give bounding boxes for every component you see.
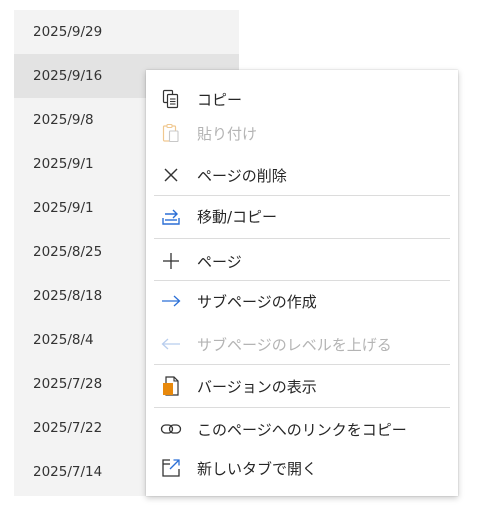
menu-item-show-versions[interactable]: バージョンの表示 (146, 368, 458, 404)
menu-item-paste[interactable]: 貼り付け (146, 115, 458, 151)
menu-label: 移動/コピー (197, 207, 278, 226)
arrow-left-icon (160, 333, 182, 355)
page-date: 2025/9/29 (33, 24, 103, 40)
copy-icon (160, 88, 182, 110)
menu-item-new-page[interactable]: ページ (146, 243, 458, 279)
versions-icon (160, 375, 182, 397)
paste-icon (160, 122, 182, 144)
menu-label: このページへのリンクをコピー (197, 420, 407, 439)
menu-item-open-new-tab[interactable]: 新しいタブで開く (146, 450, 458, 486)
menu-label: ページ (197, 252, 242, 271)
menu-label: 新しいタブで開く (197, 459, 318, 478)
page-date: 2025/9/1 (33, 156, 94, 172)
page-date: 2025/8/18 (33, 288, 103, 304)
menu-separator (154, 364, 450, 365)
menu-item-delete-page[interactable]: ページの削除 (146, 157, 458, 193)
menu-label: バージョンの表示 (197, 377, 317, 396)
menu-separator (154, 280, 450, 281)
menu-item-make-subpage[interactable]: サブページの作成 (146, 283, 458, 319)
menu-label: コピー (197, 90, 243, 109)
menu-label: サブページのレベルを上げる (197, 335, 392, 354)
open-new-tab-icon (160, 457, 182, 479)
page-date: 2025/7/14 (33, 464, 103, 480)
page-date: 2025/8/25 (33, 244, 103, 260)
link-icon (160, 418, 182, 440)
menu-separator (154, 195, 450, 196)
move-copy-icon (160, 205, 182, 227)
menu-item-copy-link[interactable]: このページへのリンクをコピー (146, 411, 458, 447)
page-date: 2025/9/8 (33, 112, 94, 128)
context-menu: コピー 貼り付け ページの削除 移動/コピー ページ サブページの作成 サブペー… (146, 70, 458, 496)
page-list-item[interactable]: 2025/9/29 (14, 10, 239, 54)
delete-icon (160, 164, 182, 186)
menu-item-promote-subpage[interactable]: サブページのレベルを上げる (146, 326, 458, 362)
menu-label: 貼り付け (197, 124, 258, 143)
page-date: 2025/7/22 (33, 420, 103, 436)
page-date: 2025/7/28 (33, 376, 103, 392)
menu-separator (154, 407, 450, 408)
menu-label: ページの削除 (197, 166, 287, 185)
menu-item-move-copy[interactable]: 移動/コピー (146, 198, 458, 234)
menu-label: サブページの作成 (197, 292, 317, 311)
page-date: 2025/8/4 (33, 332, 94, 348)
menu-item-copy[interactable]: コピー (146, 81, 458, 117)
menu-separator (154, 238, 450, 239)
arrow-right-icon (160, 290, 182, 312)
plus-icon (160, 250, 182, 272)
page-date: 2025/9/16 (33, 68, 103, 84)
page-date: 2025/9/1 (33, 200, 94, 216)
